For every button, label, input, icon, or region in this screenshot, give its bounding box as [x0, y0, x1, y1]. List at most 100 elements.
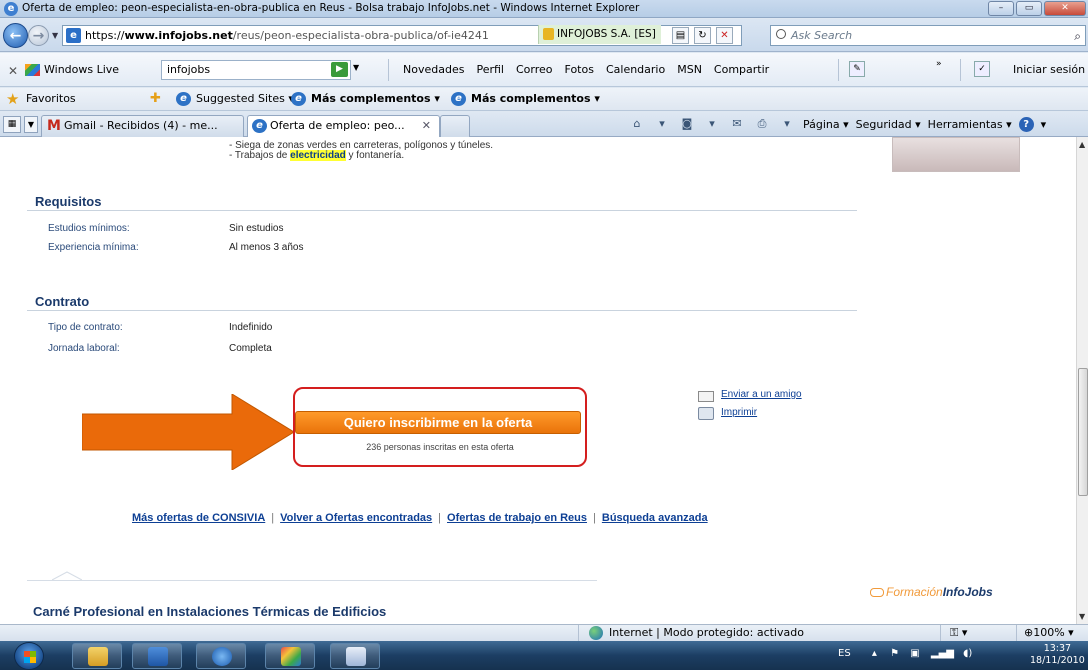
new-tab-button[interactable]	[440, 115, 470, 137]
favorites-label: Favoritos	[26, 92, 76, 105]
requisitos-title: Requisitos	[35, 194, 102, 209]
dropdown-icon[interactable]: ▾	[778, 117, 796, 132]
section-divider	[27, 210, 857, 211]
certificate-badge[interactable]: INFOJOBS S.A. [ES]	[538, 25, 661, 44]
live-link-fotos[interactable]: Fotos	[565, 63, 594, 76]
help-icon[interactable]: ?	[1018, 117, 1034, 132]
refresh-icon[interactable]: ↻	[694, 27, 711, 44]
quick-tabs-icon[interactable]: ▦	[3, 116, 21, 133]
back-to-results-link[interactable]: Volver a Ofertas encontradas	[280, 512, 432, 524]
send-to-friend-link[interactable]: Enviar a un amigo	[721, 389, 802, 400]
security-menu[interactable]: Seguridad ▾	[856, 118, 921, 131]
dropdown-icon[interactable]: ▾	[703, 117, 721, 132]
compatibility-icon[interactable]: ▤	[672, 27, 689, 44]
close-toolbar-icon[interactable]: ✕	[8, 64, 18, 78]
language-indicator[interactable]: ES	[838, 648, 851, 659]
section-divider	[27, 310, 857, 311]
apply-button[interactable]: Quiero inscribirme en la oferta	[295, 411, 581, 434]
print-icon[interactable]: ⎙	[753, 117, 771, 132]
live-link-perfil[interactable]: Perfil	[476, 63, 504, 76]
feeds-icon[interactable]: ◙	[678, 117, 696, 132]
more-chevron-icon[interactable]: »	[936, 59, 942, 69]
live-link-novedades[interactable]: Novedades	[403, 63, 464, 76]
status-tools[interactable]: ⚿ ▾	[950, 626, 967, 640]
offers-in-reus-link[interactable]: Ofertas de trabajo en Reus	[447, 512, 587, 524]
taskbar-word[interactable]	[330, 643, 380, 669]
add-favorite-icon[interactable]: ✚	[150, 91, 168, 107]
arrow-annotation	[82, 394, 295, 470]
page-icon: e	[66, 28, 81, 43]
tray-expand-icon[interactable]: ▴	[872, 648, 877, 659]
fav-suggested-sites[interactable]: e Suggested Sites ▾	[176, 92, 294, 106]
zoom-control[interactable]: ⊕100% ▾	[1024, 626, 1074, 639]
maximize-button[interactable]: ▭	[1016, 1, 1042, 16]
share-icon[interactable]: ✎	[849, 61, 865, 77]
history-dropdown-icon[interactable]: ▼	[52, 31, 58, 40]
network-icon[interactable]: ▣	[910, 648, 919, 659]
vertical-scrollbar[interactable]: ▲ ▼	[1076, 137, 1088, 624]
url-path: /reus/peon-especialista-obra-publica/of-…	[232, 29, 489, 42]
toolbar-divider	[960, 59, 961, 81]
advanced-search-link[interactable]: Búsqueda avanzada	[602, 512, 708, 524]
start-button[interactable]	[14, 642, 44, 670]
flag-icon[interactable]: ⚑	[890, 648, 899, 659]
live-search-input[interactable]: infojobs	[161, 60, 351, 80]
minimize-button[interactable]: –	[988, 1, 1014, 16]
print-link[interactable]: Imprimir	[721, 407, 757, 418]
sidebar-banner[interactable]	[892, 137, 1020, 172]
search-input[interactable]: Ask Search ⌕	[770, 25, 1086, 46]
close-tab-icon[interactable]: ✕	[422, 116, 431, 136]
course-title[interactable]: Carné Profesional en Instalaciones Térmi…	[33, 604, 386, 619]
forward-button[interactable]: →	[28, 25, 49, 46]
live-link-compartir[interactable]: Compartir	[714, 63, 769, 76]
link-separator: |	[593, 512, 596, 524]
live-search-button[interactable]: ▶	[331, 62, 348, 77]
stop-icon[interactable]: ✕	[716, 27, 733, 44]
fav-more-addons-1[interactable]: e Más complementos ▾	[291, 92, 440, 106]
status-divider	[940, 625, 941, 641]
scroll-down-icon[interactable]: ▼	[1079, 612, 1085, 621]
tab-oferta[interactable]: e Oferta de empleo: peo... ✕	[247, 115, 440, 137]
windows-live-label[interactable]: Windows Live	[44, 63, 119, 76]
dropdown-icon[interactable]: ▾	[653, 117, 671, 132]
signal-icon[interactable]: ▂▄▆	[931, 648, 954, 659]
close-button[interactable]: ✕	[1044, 1, 1086, 16]
live-link-correo[interactable]: Correo	[516, 63, 553, 76]
field-value: Sin estudios	[229, 223, 284, 234]
signin-link[interactable]: Iniciar sesión	[1013, 63, 1085, 76]
live-search-dropdown-icon[interactable]: ▼	[353, 63, 359, 72]
security-zone[interactable]: Internet | Modo protegido: activado	[589, 626, 804, 640]
system-tray: ES ▴ ⚑ ▣ ▂▄▆ ◖)	[838, 648, 972, 659]
tab-gmail[interactable]: M Gmail - Recibidos (4) - me...	[41, 115, 244, 137]
search-go-icon[interactable]: ⌕	[1074, 27, 1081, 46]
tools-menu[interactable]: Herramientas ▾	[928, 118, 1012, 131]
page-menu[interactable]: Página ▾	[803, 118, 849, 131]
volume-icon[interactable]: ◖)	[963, 648, 972, 659]
formacion-infojobs-logo[interactable]: FormaciónInfoJobs	[870, 585, 993, 599]
tab-list-dropdown-icon[interactable]: ▼	[24, 116, 38, 133]
live-link-msn[interactable]: MSN	[677, 63, 702, 76]
field-label: Experiencia mínima:	[48, 242, 139, 253]
scroll-up-icon[interactable]: ▲	[1079, 140, 1085, 149]
live-link-calendario[interactable]: Calendario	[606, 63, 665, 76]
fav-more-addons-2[interactable]: e Más complementos ▾	[451, 92, 600, 106]
taskbar-explorer[interactable]	[72, 643, 122, 669]
clock[interactable]: 13:37 18/11/2010	[1030, 643, 1085, 667]
mail-icon[interactable]: ✉	[728, 117, 746, 132]
clock-time: 13:37	[1043, 643, 1072, 654]
dropdown-icon[interactable]: ▾	[1041, 118, 1047, 131]
envelope-icon	[698, 391, 714, 402]
taskbar-ie[interactable]	[196, 643, 246, 669]
taskbar-outlook[interactable]	[132, 643, 182, 669]
taskbar-paint[interactable]	[265, 643, 315, 669]
home-icon[interactable]: ⌂	[628, 117, 646, 132]
field-label: Jornada laboral:	[48, 343, 120, 354]
scroll-thumb[interactable]	[1078, 368, 1088, 496]
more-offers-link[interactable]: Más ofertas de CONSIVIA	[132, 512, 265, 524]
favorites-button[interactable]: ★ Favoritos	[6, 90, 76, 108]
gmail-icon: M	[47, 118, 61, 134]
windows-live-toolbar: ✕ Windows Live infojobs ▶ ▼ Novedades Pe…	[0, 53, 1088, 87]
checkbox-icon[interactable]: ✓	[974, 61, 990, 77]
outlook-icon	[148, 647, 168, 666]
back-button[interactable]: ←	[3, 23, 28, 48]
